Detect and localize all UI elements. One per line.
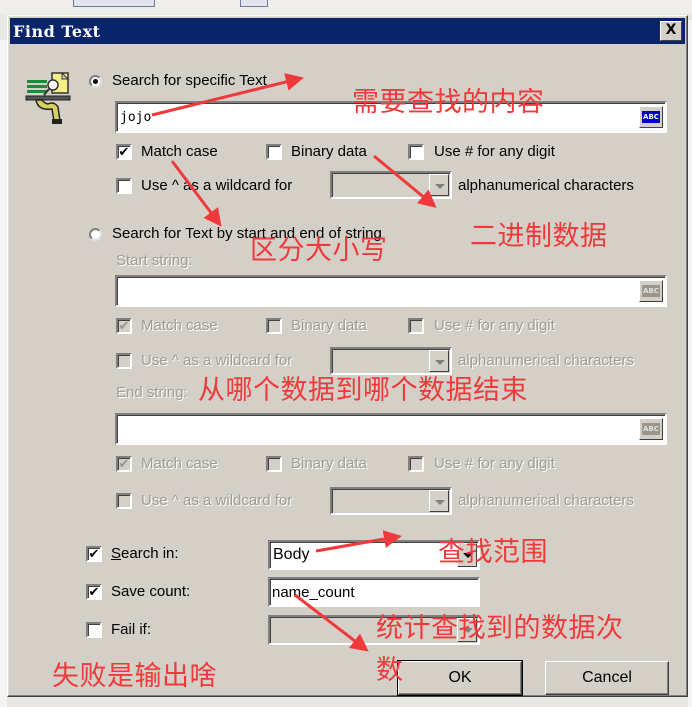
match-case-checkbox[interactable]: ✔: [116, 144, 132, 160]
chevron-down-icon[interactable]: [429, 490, 449, 512]
use-hash-checkbox[interactable]: [408, 144, 424, 160]
start-string-input[interactable]: ABC: [115, 275, 667, 307]
close-button[interactable]: X: [660, 21, 682, 41]
use-hash-label: Use # for any digit: [434, 143, 555, 160]
end-binary-data-checkbox[interactable]: [266, 456, 282, 472]
annotation-case-sensitive: 区分大小写: [250, 235, 388, 266]
end-match-case-checkbox[interactable]: ✔: [116, 456, 132, 472]
start-match-case-checkbox[interactable]: ✔: [116, 318, 132, 334]
start-binary-data-label: Binary data: [291, 317, 367, 334]
background-tab: [73, 0, 155, 7]
search-in-value: Body: [273, 546, 310, 563]
start-wildcard-checkbox[interactable]: [116, 353, 132, 369]
cancel-button[interactable]: Cancel: [545, 661, 669, 695]
annotation-count-line2: 数: [376, 655, 404, 686]
fail-if-label: Fail if:: [111, 621, 152, 638]
start-use-hash-checkbox[interactable]: [408, 318, 424, 334]
search-in-checkbox[interactable]: ✔: [86, 546, 102, 562]
wildcard-label: Use ^ as a wildcard for: [141, 177, 293, 194]
annotation-search-scope: 查找范围: [438, 537, 548, 568]
find-text-dialog: Find Text X Search for specific Text joj…: [7, 15, 688, 697]
start-string-label: Start string:: [116, 252, 193, 269]
start-use-hash-label: Use # for any digit: [434, 317, 555, 334]
binary-data-checkbox[interactable]: [266, 144, 282, 160]
chevron-down-icon[interactable]: [429, 174, 449, 196]
end-wildcard-checkbox[interactable]: [116, 493, 132, 509]
abc-button[interactable]: ABC: [639, 280, 663, 302]
end-string-input[interactable]: ABC: [115, 413, 667, 445]
wildcard-checkbox[interactable]: [116, 178, 132, 194]
abc-button[interactable]: ABC: [639, 106, 663, 128]
dialog-title: Find Text: [13, 22, 101, 41]
specific-text-value: jojo: [120, 110, 152, 125]
start-alnum-label: alphanumerical characters: [458, 352, 634, 369]
background-editor-edge: [688, 20, 692, 707]
end-use-hash-checkbox[interactable]: [408, 456, 424, 472]
fail-if-checkbox[interactable]: [86, 622, 102, 638]
end-binary-data-label: Binary data: [291, 455, 367, 472]
abc-icon: ABC: [642, 423, 660, 435]
annotation-from-to: 从哪个数据到哪个数据结束: [198, 375, 528, 406]
end-match-case-label: Match case: [141, 455, 218, 472]
search-specific-text-radio[interactable]: [89, 75, 102, 88]
annotation-content-to-find: 需要查找的内容: [352, 87, 545, 118]
annotation-fail-output: 失败是输出啥: [52, 661, 217, 692]
search-in-label: Search in:: [111, 545, 179, 562]
end-wildcard-select[interactable]: [330, 487, 452, 515]
search-specific-text-label: Search for specific Text: [112, 72, 267, 89]
binary-data-label: Binary data: [291, 143, 367, 160]
match-case-label: Match case: [141, 143, 218, 160]
alnum-label: alphanumerical characters: [458, 177, 634, 194]
end-use-hash-label: Use # for any digit: [434, 455, 555, 472]
ok-button[interactable]: OK: [397, 660, 523, 696]
title-bar[interactable]: Find Text X: [10, 18, 685, 44]
wildcard-select[interactable]: [330, 171, 452, 199]
annotation-binary-data: 二进制数据: [470, 221, 608, 252]
abc-button[interactable]: ABC: [639, 418, 663, 440]
background-editor-edge: [0, 40, 7, 707]
end-wildcard-label: Use ^ as a wildcard for: [141, 492, 293, 509]
end-string-label: End string:: [116, 384, 188, 401]
end-alnum-label: alphanumerical characters: [458, 492, 634, 509]
start-binary-data-checkbox[interactable]: [266, 318, 282, 334]
search-start-end-radio[interactable]: [89, 228, 102, 241]
save-count-label: Save count:: [111, 583, 191, 600]
find-text-icon: [25, 71, 71, 124]
start-wildcard-label: Use ^ as a wildcard for: [141, 352, 293, 369]
abc-icon: ABC: [642, 285, 660, 297]
save-count-value: name_count: [272, 584, 355, 601]
save-count-input[interactable]: name_count: [268, 577, 480, 607]
start-match-case-label: Match case: [141, 317, 218, 334]
save-count-checkbox[interactable]: ✔: [86, 584, 102, 600]
annotation-count-line1: 统计查找到的数据次: [376, 613, 624, 644]
abc-icon: ABC: [642, 111, 660, 123]
background-tab: [240, 0, 268, 7]
